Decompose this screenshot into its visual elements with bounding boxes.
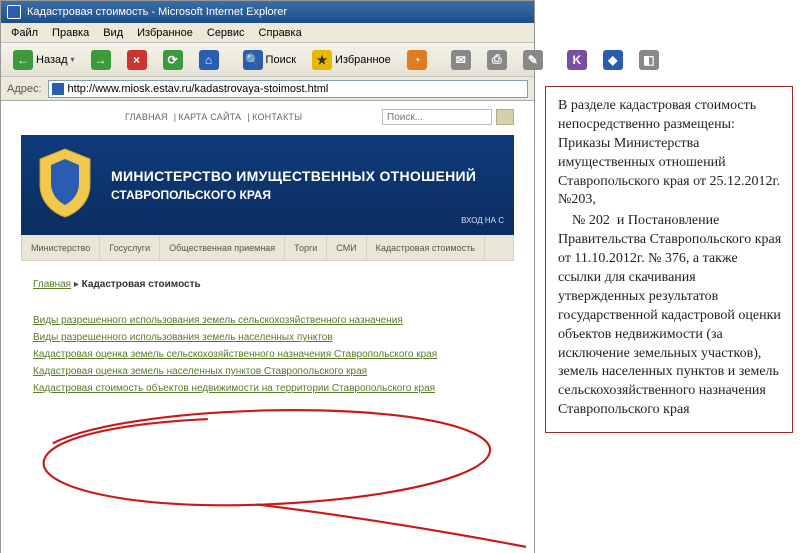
print-icon: ⎙ [487, 50, 507, 70]
hero-title-1: МИНИСТЕРСТВО ИМУЩЕСТВЕННЫХ ОТНОШЕНИЙ [111, 168, 476, 184]
print-button[interactable]: ⎙ [481, 46, 513, 74]
menu-file[interactable]: Файл [5, 25, 44, 41]
site-topnav: ГЛАВНАЯ| КАРТА САЙТА| КОНТАКТЫ [15, 101, 520, 131]
titlebar: Кадастровая стоимость - Microsoft Intern… [1, 1, 534, 23]
address-bar: Адрес: [1, 77, 534, 101]
search-label: Поиск [266, 54, 296, 66]
search-button[interactable]: 🔍 Поиск [237, 46, 302, 74]
favorites-label: Избранное [335, 54, 391, 66]
topnav-main[interactable]: ГЛАВНАЯ [125, 112, 168, 122]
topnav-contacts[interactable]: КОНТАКТЫ [252, 112, 302, 122]
stop-icon: × [127, 50, 147, 70]
home-button[interactable]: ⌂ [193, 46, 225, 74]
history-button[interactable]: ◔ [401, 46, 433, 74]
back-label: Назад [36, 54, 68, 66]
star-icon: ★ [312, 50, 332, 70]
site-search [382, 109, 514, 125]
content-link[interactable]: Кадастровая оценка земель населенных пун… [33, 363, 367, 380]
hero-title-2: СТАВРОПОЛЬСКОГО КРАЯ [111, 188, 476, 202]
menu-tools[interactable]: Сервис [201, 25, 251, 41]
forward-icon: → [91, 50, 111, 70]
tab-media[interactable]: СМИ [327, 235, 366, 260]
page-viewport: ГЛАВНАЯ| КАРТА САЙТА| КОНТАКТЫ МИНИСТЕРС… [1, 101, 534, 553]
content-link[interactable]: Кадастровая оценка земель сельскохозяйст… [33, 346, 437, 363]
edit-icon: ✎ [523, 50, 543, 70]
toolbar: ← Назад ▾ → × ⟳ ⌂ 🔍 Поиск ★ Избранное ◔ … [1, 43, 534, 77]
breadcrumb-home[interactable]: Главная [33, 279, 71, 290]
content-link[interactable]: Кадастровая стоимость объектов недвижимо… [33, 380, 435, 397]
menubar: Файл Правка Вид Избранное Сервис Справка [1, 23, 534, 43]
tab-reception[interactable]: Общественная приемная [160, 235, 285, 260]
address-field[interactable] [48, 80, 528, 98]
content-link[interactable]: Виды разрешенного использования земель с… [33, 312, 403, 329]
site-tabs: Министерство Госуслуги Общественная прие… [21, 235, 514, 261]
tab-auctions[interactable]: Торги [285, 235, 327, 260]
menu-edit[interactable]: Правка [46, 25, 95, 41]
breadcrumb-sep: ▸ [74, 279, 82, 290]
topnav-sitemap[interactable]: КАРТА САЙТА [179, 112, 242, 122]
history-icon: ◔ [407, 50, 427, 70]
refresh-button[interactable]: ⟳ [157, 46, 189, 74]
annotation-text-1: В разделе кадастровая стоимость непосред… [558, 97, 782, 210]
window-title: Кадастровая стоимость - Microsoft Intern… [27, 6, 287, 18]
address-label: Адрес: [7, 83, 42, 95]
ext-icon: ◆ [603, 50, 623, 70]
login-link[interactable]: ВХОД НА С [461, 216, 504, 225]
annotation-panel: В разделе кадастровая стоимость непосред… [545, 86, 793, 433]
favorites-button[interactable]: ★ Избранное [306, 46, 397, 74]
annotation-text-2: № 202 и Постановление Правительства Став… [558, 212, 782, 420]
forward-button[interactable]: → [85, 46, 117, 74]
home-icon: ⌂ [199, 50, 219, 70]
ext1-button[interactable]: K [561, 46, 593, 74]
ext2-button[interactable]: ◆ [597, 46, 629, 74]
breadcrumb-current: Кадастровая стоимость [82, 279, 201, 290]
tab-cadastral[interactable]: Кадастровая стоимость [367, 235, 485, 260]
menu-view[interactable]: Вид [97, 25, 129, 41]
mail-icon: ✉ [451, 50, 471, 70]
search-icon: 🔍 [243, 50, 263, 70]
ext-icon: ◧ [639, 50, 659, 70]
mail-button[interactable]: ✉ [445, 46, 477, 74]
stop-button[interactable]: × [121, 46, 153, 74]
tab-services[interactable]: Госуслуги [100, 235, 160, 260]
site-header: МИНИСТЕРСТВО ИМУЩЕСТВЕННЫХ ОТНОШЕНИЙ СТА… [21, 135, 514, 235]
edit-button[interactable]: ✎ [517, 46, 549, 74]
search-go-button[interactable] [496, 109, 514, 125]
menu-favorites[interactable]: Избранное [131, 25, 199, 41]
search-input[interactable] [382, 109, 492, 125]
browser-window: Кадастровая стоимость - Microsoft Intern… [0, 0, 535, 553]
content-link[interactable]: Виды разрешенного использования земель н… [33, 329, 333, 346]
tab-ministry[interactable]: Министерство [22, 235, 100, 260]
back-icon: ← [13, 50, 33, 70]
content-links: Виды разрешенного использования земель с… [33, 312, 514, 397]
url-input[interactable] [68, 83, 524, 95]
chevron-down-icon: ▾ [71, 55, 75, 64]
ext3-button[interactable]: ◧ [633, 46, 665, 74]
refresh-icon: ⟳ [163, 50, 183, 70]
favicon-icon [52, 83, 64, 95]
menu-help[interactable]: Справка [253, 25, 308, 41]
back-button[interactable]: ← Назад ▾ [7, 46, 81, 74]
breadcrumb: Главная ▸ Кадастровая стоимость [33, 279, 514, 290]
ie-icon [7, 5, 21, 19]
ext-icon: K [567, 50, 587, 70]
crest-icon [35, 147, 95, 219]
